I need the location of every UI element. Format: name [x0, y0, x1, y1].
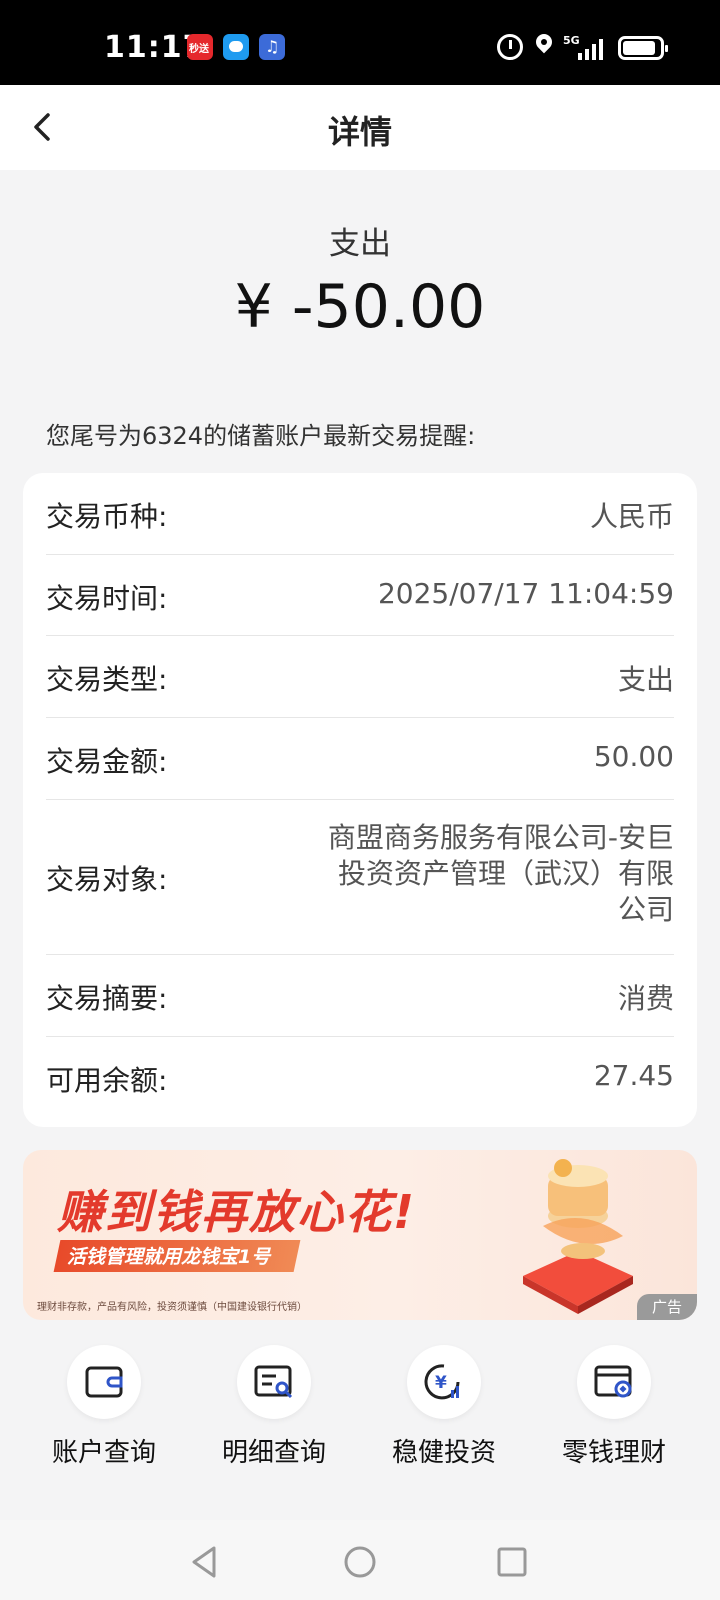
recents-square-icon [497, 1547, 527, 1577]
transaction-details-card: 交易币种: 人民币 交易时间: 2025/07/17 11:04:59 交易类型… [23, 473, 697, 1127]
quick-action-label: 账户查询 [51, 1438, 156, 1468]
message-notification-icon [223, 34, 249, 60]
quick-action-label: 稳健投资 [391, 1438, 496, 1468]
detail-label: 交易摘要: [46, 982, 168, 1015]
ad-tag: 广告 [637, 1294, 697, 1320]
wallet-icon [85, 1366, 123, 1398]
system-nav-bar [0, 1520, 720, 1600]
detail-row-amount: 交易金额: 50.00 [46, 718, 674, 800]
detail-label: 交易金额: [46, 745, 168, 778]
nav-back-button[interactable] [186, 1542, 226, 1582]
quick-action-label: 明细查询 [221, 1438, 326, 1468]
transaction-type-label: 支出 [329, 226, 391, 262]
detail-row-currency: 交易币种: 人民币 [46, 473, 674, 555]
detail-label: 交易对象: [46, 863, 168, 896]
top-app-bar: 详情 [0, 85, 720, 170]
detail-row-balance: 可用余额: 27.45 [46, 1037, 674, 1119]
statement-search-icon [254, 1365, 293, 1399]
detail-value: 2025/07/17 11:04:59 [377, 577, 674, 610]
quick-action-statement-query[interactable]: 明细查询 [189, 1340, 359, 1470]
svg-text:¥: ¥ [435, 1373, 447, 1393]
ad-subline: 活钱管理就用龙钱宝1号 [67, 1246, 271, 1268]
back-triangle-icon [192, 1546, 216, 1578]
account-notice: 您尾号为6324的储蓄账户最新交易提醒: [46, 422, 476, 450]
detail-value: 27.45 [593, 1059, 674, 1092]
yuan-chart-icon: ¥ [424, 1364, 460, 1400]
detail-value: 消费 [617, 982, 674, 1015]
detail-row-summary: 交易摘要: 消费 [46, 955, 674, 1037]
detail-value: 人民币 [589, 500, 674, 533]
detail-value: 支出 [617, 663, 674, 696]
location-icon [535, 34, 553, 56]
detail-row-type: 交易类型: 支出 [46, 636, 674, 718]
detail-label: 交易时间: [46, 582, 168, 615]
detail-value: 50.00 [593, 740, 674, 773]
signal-strength-icon [578, 38, 608, 60]
home-circle-icon [344, 1546, 376, 1578]
coin-stack-illustration-icon [523, 1159, 633, 1314]
ad-banner[interactable]: 赚到钱再放心花! 活钱管理就用龙钱宝1号 理财非存款，产品有风险，投资须谨慎（中… [23, 1150, 697, 1320]
detail-label: 交易类型: [46, 663, 168, 696]
delivery-app-text: 秒送 [189, 44, 209, 55]
detail-row-counterparty: 交易对象: 商盟商务服务有限公司-安巨投资资产管理（武汉）有限公司 [46, 800, 674, 955]
detail-value: 商盟商务服务有限公司-安巨投资资产管理（武汉）有限公司 [327, 821, 674, 926]
quick-action-change-finance[interactable]: 零钱理财 [529, 1340, 699, 1470]
delivery-app-notification-icon: 秒送 [187, 34, 213, 60]
nav-recents-button[interactable] [492, 1542, 532, 1582]
card-coin-icon [594, 1365, 632, 1398]
quick-action-investment[interactable]: ¥ 稳健投资 [359, 1340, 529, 1470]
battery-icon [618, 36, 668, 60]
status-bar: 11:17 秒送 ♫ 5G [0, 0, 720, 85]
transaction-amount: ¥ -50.00 [234, 272, 486, 342]
quick-action-account-query[interactable]: 账户查询 [19, 1340, 189, 1470]
ad-disclaimer: 理财非存款，产品有风险，投资须谨慎（中国建设银行代销） [37, 1302, 307, 1313]
alarm-icon [497, 34, 523, 60]
music-notification-icon: ♫ [259, 34, 285, 60]
detail-row-time: 交易时间: 2025/07/17 11:04:59 [46, 555, 674, 636]
quick-actions: 账户查询 明细查询 ¥ 稳健投资 零钱理财 [0, 1340, 720, 1470]
quick-action-label: 零钱理财 [561, 1438, 666, 1468]
ad-headline: 赚到钱再放心花! [57, 1185, 416, 1239]
detail-label: 交易币种: [46, 500, 168, 533]
page-title: 详情 [327, 113, 392, 151]
detail-label: 可用余额: [46, 1064, 168, 1097]
nav-home-button[interactable] [340, 1542, 380, 1582]
